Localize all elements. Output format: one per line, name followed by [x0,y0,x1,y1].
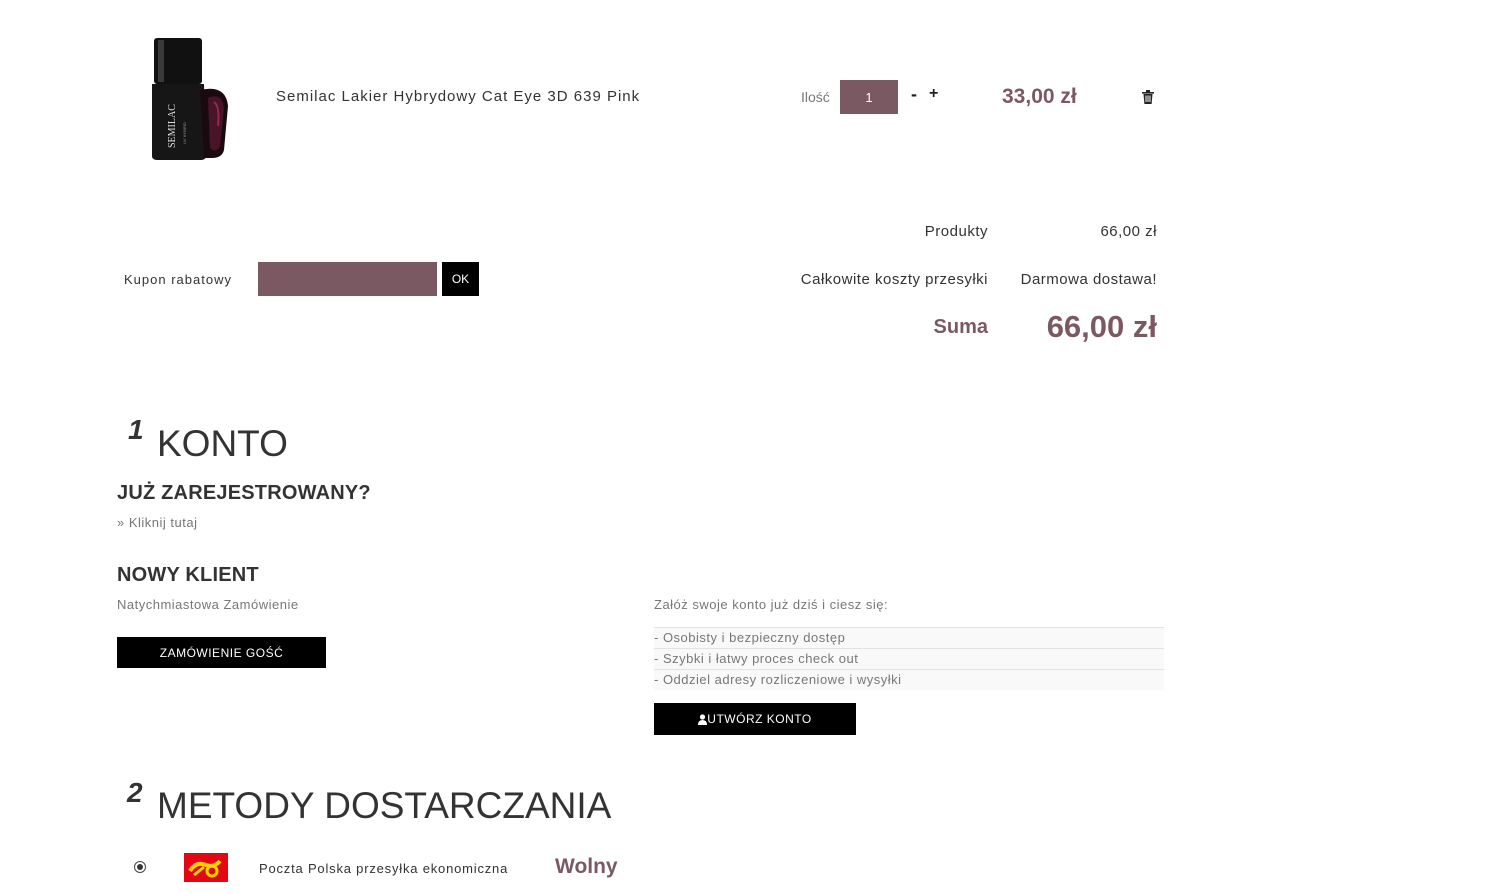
products-total-label: Produkty [924,223,988,240]
coupon-input[interactable] [258,262,437,296]
account-section-title: KONTO [157,423,288,464]
bottle-sub: UV HYBRID [182,122,187,144]
sum-label: Suma [933,316,988,338]
benefits-intro: Załóż swoje konto już dziś i ciesz się: [654,597,889,612]
step-number-2: 2 [127,777,143,808]
benefit-item: - Oddziel adresy rozliczeniowe i wysyłki [654,669,1164,690]
shipping-cost-value: Darmowa dostawa! [1020,271,1157,288]
bottle-brand: SEMILAC [167,104,178,148]
login-link[interactable]: » Kliknij tutaj [117,515,197,530]
new-customer-subtitle: Natychmiastowa Zamówienie [117,597,299,612]
benefits-list: - Osobisty i bezpieczny dostęp - Szybki … [654,627,1164,690]
sum-value: 66,00 zł [1046,309,1157,344]
quantity-decrease-button[interactable]: - [911,84,917,105]
line-price: 33,00 zł [1002,85,1077,108]
shipping-option-price: Wolny [555,855,618,878]
products-total-value: 66,00 zł [1100,223,1157,240]
create-account-button[interactable]: UTWÓRZ KONTO [654,703,856,735]
quantity-label: Ilość [801,89,830,105]
trash-icon[interactable] [1142,90,1154,104]
coupon-ok-button[interactable]: OK [442,262,479,296]
poczta-polska-logo [184,853,228,882]
create-account-label: UTWÓRZ KONTO [707,712,812,726]
coupon-label: Kupon rabatowy [124,272,232,287]
shipping-option-name: Poczta Polska przesyłka ekonomiczna [259,861,509,876]
quantity-increase-button[interactable]: + [929,85,938,103]
new-customer-title: NOWY KLIENT [117,564,259,586]
step-number-1: 1 [128,414,144,445]
product-name-link[interactable]: Semilac Lakier Hybrydowy Cat Eye 3D 639 … [276,88,640,105]
benefit-item: - Osobisty i bezpieczny dostęp [654,627,1164,648]
shipping-option-radio[interactable] [134,861,146,873]
product-image[interactable]: SEMILAC UV HYBRID [150,36,232,162]
benefit-item: - Szybki i łatwy proces check out [654,648,1164,669]
quantity-input[interactable] [840,80,898,114]
registered-title: JUŻ ZAREJESTROWANY? [117,482,371,504]
delivery-section-title: METODY DOSTARCZANIA [157,785,612,826]
guest-checkout-button[interactable]: ZAMÓWIENIE GOŚĆ [117,637,326,668]
shipping-cost-label: Całkowite koszty przesyłki [800,271,988,288]
user-icon [698,713,708,725]
